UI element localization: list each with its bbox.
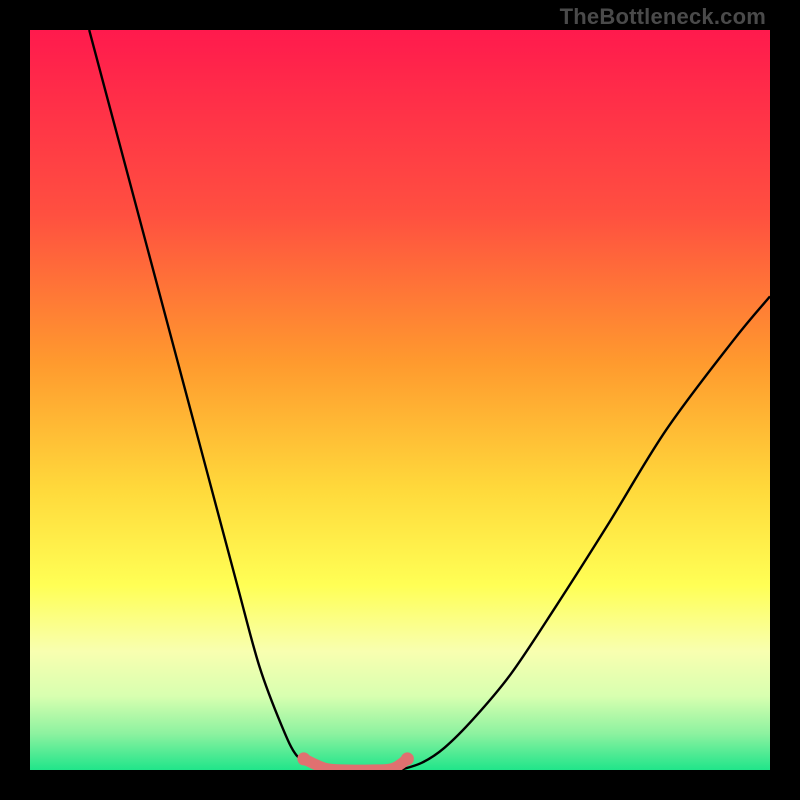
chart-frame: TheBottleneck.com — [0, 0, 800, 800]
curves-layer — [30, 30, 770, 770]
valley-endpoint-dot — [401, 752, 414, 765]
valley-highlight — [304, 759, 408, 770]
valley-endpoint-dot — [297, 752, 310, 765]
left-curve — [89, 30, 326, 770]
right-curve — [400, 296, 770, 770]
watermark-text: TheBottleneck.com — [560, 4, 766, 30]
plot-area — [30, 30, 770, 770]
